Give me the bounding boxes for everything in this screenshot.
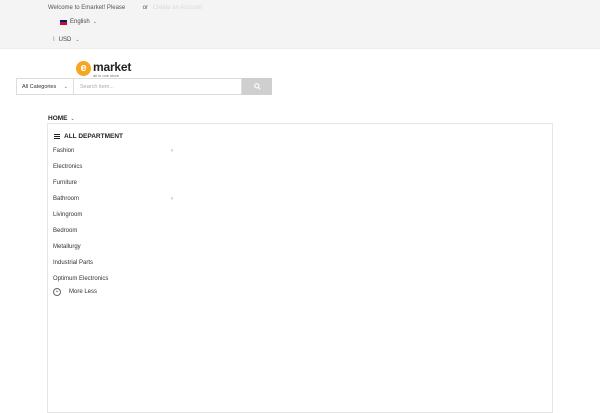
- department-list: Fashion › Electronics Furniture Bathroom…: [53, 143, 173, 287]
- currency-selector[interactable]: I USD ⌄: [53, 37, 80, 43]
- logo-name: market: [93, 60, 132, 74]
- department-item-label: Industrial Parts: [53, 260, 94, 266]
- chevron-down-icon: ⌄: [70, 115, 75, 122]
- search-button[interactable]: [242, 78, 272, 95]
- nav-home-label: HOME: [48, 115, 68, 122]
- department-item-livingroom[interactable]: Livingroom: [53, 207, 173, 223]
- or-text: or: [142, 5, 148, 11]
- department-item-fashion[interactable]: Fashion ›: [53, 143, 173, 159]
- nav-home[interactable]: HOME ⌄: [48, 115, 75, 122]
- site-logo[interactable]: e market all in one store: [76, 61, 131, 78]
- department-item-bathroom[interactable]: Bathroom ›: [53, 191, 173, 207]
- welcome-text: Welcome to Emarket! Please: [48, 5, 126, 11]
- department-item-label: Bathroom: [53, 196, 80, 202]
- department-item-label: Metallurgy: [53, 244, 81, 250]
- top-bar: Welcome to Emarket! Please or Create an …: [0, 0, 600, 49]
- search-icon: [253, 83, 261, 90]
- department-item-optimum-electronics[interactable]: Optimum Electronics: [53, 271, 173, 287]
- department-panel: ALL DEPARTMENT Fashion › Electronics Fur…: [47, 123, 553, 413]
- department-item-label: Fashion: [53, 148, 75, 154]
- logo-text: market all in one store: [93, 61, 131, 78]
- more-less-label: More Less: [69, 289, 98, 295]
- plus-circle-icon: +: [53, 288, 61, 296]
- department-item-label: Livingroom: [53, 212, 83, 218]
- department-item-label: Electronics: [53, 164, 83, 170]
- list-icon: [54, 134, 60, 139]
- more-less-toggle[interactable]: + More Less: [53, 288, 97, 296]
- category-select-label: All Categories: [22, 83, 57, 90]
- uk-flag-icon: [60, 19, 67, 25]
- department-title: ALL DEPARTMENT: [64, 133, 123, 140]
- welcome-message: Welcome to Emarket! Please or Create an …: [48, 4, 202, 12]
- chevron-right-icon: ›: [171, 148, 173, 154]
- search-placeholder: Search item...: [80, 83, 114, 90]
- department-header[interactable]: ALL DEPARTMENT: [54, 133, 123, 140]
- department-item-label: Furniture: [53, 180, 78, 186]
- department-item-bedroom[interactable]: Bedroom: [53, 223, 173, 239]
- chevron-down-icon: ⌄: [75, 37, 80, 43]
- department-item-furniture[interactable]: Furniture: [53, 175, 173, 191]
- search-bar: All Categories ⌄ Search item...: [16, 78, 272, 95]
- chevron-right-icon: ›: [171, 196, 173, 202]
- department-item-industrial-parts[interactable]: Industrial Parts: [53, 255, 173, 271]
- language-label: English: [70, 19, 90, 25]
- register-link[interactable]: Create an Account: [153, 5, 202, 11]
- chevron-down-icon: ⌄: [92, 19, 97, 25]
- department-item-metallurgy[interactable]: Metallurgy: [53, 239, 173, 255]
- logo-mark: e: [76, 61, 91, 76]
- department-item-label: Bedroom: [53, 228, 78, 234]
- search-input[interactable]: Search item...: [74, 78, 242, 95]
- department-item-label: Optimum Electronics: [53, 276, 109, 282]
- currency-separator: I: [53, 37, 55, 43]
- language-selector[interactable]: English ⌄: [60, 19, 97, 25]
- chevron-down-icon: ⌄: [63, 83, 68, 90]
- currency-label: USD: [58, 37, 72, 43]
- category-select[interactable]: All Categories ⌄: [16, 78, 74, 95]
- department-item-electronics[interactable]: Electronics: [53, 159, 173, 175]
